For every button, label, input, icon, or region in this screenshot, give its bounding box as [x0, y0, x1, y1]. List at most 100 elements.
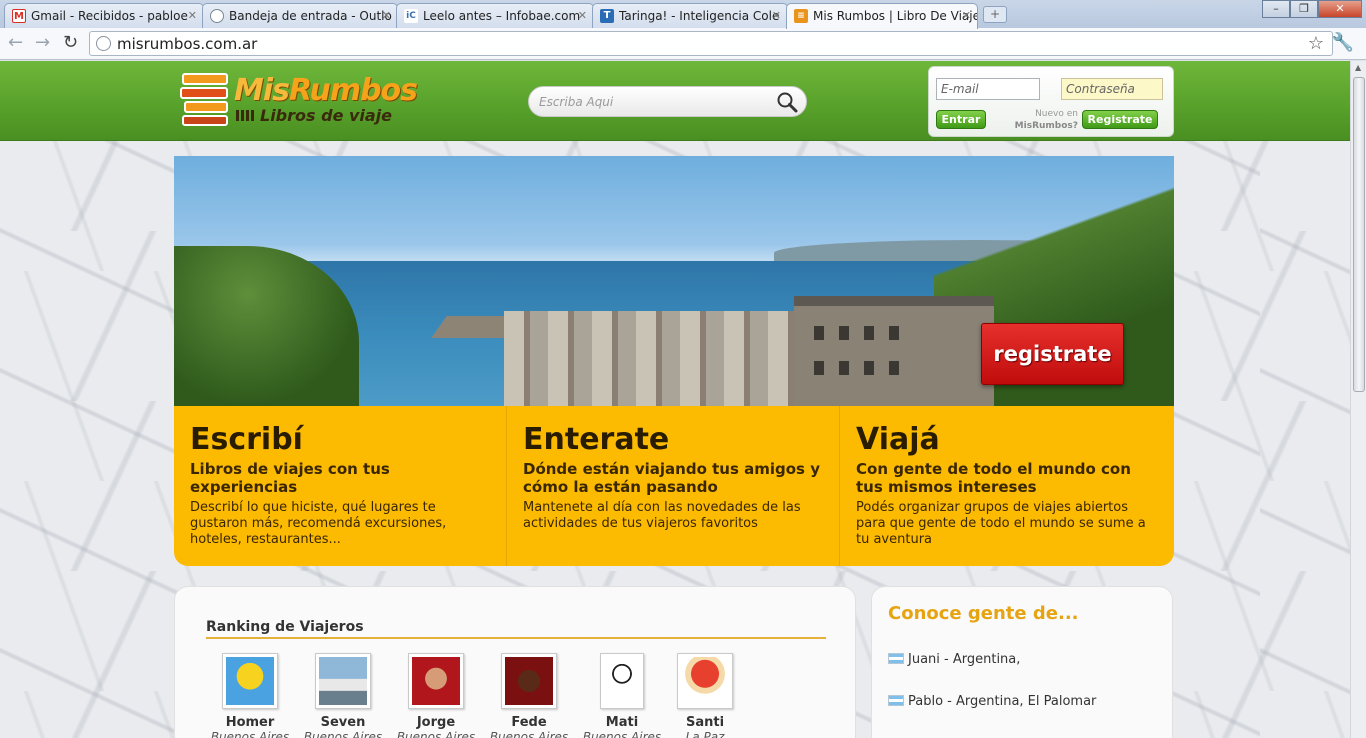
close-tab-icon[interactable]: ✕ — [578, 9, 587, 22]
site-logo[interactable]: MisRumbos Libros de viaje — [180, 71, 420, 129]
avatar[interactable] — [677, 653, 733, 709]
infobae-icon: iC — [404, 9, 418, 23]
traveler-mati[interactable]: Mati Buenos Aires — [577, 653, 667, 738]
maximize-icon[interactable]: ❐ — [1290, 0, 1318, 18]
feature-title: Viajá — [856, 422, 940, 457]
logo-rumbos: Rumbos — [289, 73, 418, 108]
browser-toolbar: ← → ↻ misrumbos.com.ar ☆ 🔧 — [0, 28, 1366, 60]
feature-subtitle: Libros de viajes con tus experiencias — [190, 460, 390, 496]
feature-viaja: Viajá Con gente de todo el mundo con tus… — [840, 406, 1173, 566]
browser-tab-bar: M Gmail - Recibidos - pabloe ✕ Bandeja d… — [0, 0, 1366, 29]
search-box — [528, 86, 807, 117]
url-text: misrumbos.com.ar — [117, 35, 258, 53]
feature-text: Describí lo que hiciste, qué lugares te … — [190, 500, 447, 547]
tab-title: Taringa! - Inteligencia Cole — [619, 9, 780, 23]
avatar[interactable] — [408, 653, 464, 709]
tab-outlook[interactable]: Bandeja de entrada - Outlo ✕ — [202, 3, 398, 28]
traveler-santi[interactable]: Santi La Paz — [660, 653, 750, 738]
logo-mis: Mis — [234, 73, 290, 108]
email-field[interactable] — [936, 78, 1040, 100]
login-box: Entrar Nuevo en MisRumbos? Registrate — [928, 66, 1174, 137]
avatar[interactable] — [501, 653, 557, 709]
minimize-icon[interactable]: – — [1262, 0, 1290, 18]
avatar[interactable] — [600, 653, 644, 709]
feature-subtitle: Dónde están viajando tus amigos y cómo l… — [523, 460, 820, 496]
conoce-title: Conoce gente de... — [888, 603, 1079, 624]
globe-icon — [210, 9, 224, 23]
new-tab-button[interactable]: + — [983, 6, 1007, 23]
traveler-name[interactable]: Seven — [298, 715, 388, 730]
person-item[interactable]: Pablo - Argentina, El Palomar — [888, 694, 1096, 709]
site-header: MisRumbos Libros de viaje Entrar Nuevo e… — [0, 61, 1350, 141]
wrench-menu-icon[interactable]: 🔧 — [1332, 32, 1354, 53]
registrate-cta-button[interactable]: registrate — [981, 323, 1124, 385]
scrollbar-thumb[interactable] — [1353, 77, 1365, 392]
conoce-gente-panel: Conoce gente de... Juani - Argentina, Pa… — [871, 586, 1173, 738]
close-tab-icon[interactable]: ✕ — [382, 9, 391, 22]
tab-title: Mis Rumbos | Libro De Viaje — [813, 9, 978, 23]
argentina-flag-icon — [888, 653, 904, 664]
argentina-flag-icon — [888, 695, 904, 706]
traveler-location: Buenos Aires — [582, 730, 662, 738]
tab-misrumbos[interactable]: ≡ Mis Rumbos | Libro De Viaje ✕ — [786, 3, 978, 29]
back-icon[interactable]: ← — [8, 33, 23, 53]
traveler-name[interactable]: Mati — [577, 715, 667, 730]
close-window-icon[interactable]: ✕ — [1318, 0, 1362, 18]
tab-title: Leelo antes – Infobae.com — [423, 9, 581, 23]
forward-icon[interactable]: → — [35, 33, 50, 53]
gmail-icon: M — [12, 9, 26, 23]
traveler-location: Buenos Aires — [489, 730, 569, 738]
traveler-seven[interactable]: Seven Buenos Aires — [298, 653, 388, 738]
page-viewport: MisRumbos Libros de viaje Entrar Nuevo e… — [0, 61, 1350, 738]
tab-title: Gmail - Recibidos - pabloe — [31, 9, 188, 23]
login-button[interactable]: Entrar — [936, 110, 986, 129]
misrumbos-icon: ≡ — [794, 9, 808, 23]
bookmark-star-icon[interactable]: ☆ — [1308, 33, 1324, 54]
register-button[interactable]: Registrate — [1082, 110, 1158, 129]
traveler-name[interactable]: Jorge — [391, 715, 481, 730]
ranking-title: Ranking de Viajeros — [206, 619, 364, 635]
close-tab-icon[interactable]: ✕ — [772, 9, 781, 22]
traveler-name[interactable]: Santi — [660, 715, 750, 730]
window-controls: – ❐ ✕ — [1262, 0, 1362, 18]
search-input[interactable] — [539, 93, 769, 111]
page-info-icon[interactable] — [96, 36, 111, 51]
feature-subtitle: Con gente de todo el mundo con tus mismo… — [856, 460, 1131, 496]
tab-taringa[interactable]: T Taringa! - Inteligencia Cole ✕ — [592, 3, 788, 28]
new-user-prompt: Nuevo en MisRumbos? — [1014, 109, 1078, 131]
password-field[interactable] — [1061, 78, 1163, 100]
feature-text: Podés organizar grupos de viajes abierto… — [856, 500, 1146, 547]
close-tab-icon[interactable]: ✕ — [188, 9, 197, 22]
feature-title: Enterate — [523, 422, 670, 457]
feature-text: Mantenete al día con las novedades de la… — [523, 500, 801, 531]
traveler-location: La Paz — [685, 730, 725, 738]
traveler-fede[interactable]: Fede Buenos Aires — [484, 653, 574, 738]
traveler-homer[interactable]: Homer Buenos Aires — [205, 653, 295, 738]
traveler-name[interactable]: Fede — [484, 715, 574, 730]
person-item[interactable]: Juani - Argentina, — [888, 652, 1020, 667]
traveler-location: Buenos Aires — [210, 730, 290, 738]
address-bar[interactable]: misrumbos.com.ar ☆ — [89, 31, 1333, 56]
reload-icon[interactable]: ↻ — [63, 33, 78, 53]
search-icon[interactable] — [776, 91, 798, 113]
tab-infobae[interactable]: iC Leelo antes – Infobae.com ✕ — [396, 3, 594, 28]
scroll-up-icon[interactable]: ▲ — [1355, 63, 1361, 72]
traveler-location: Buenos Aires — [303, 730, 383, 738]
traveler-name[interactable]: Homer — [205, 715, 295, 730]
avatar[interactable] — [222, 653, 278, 709]
feature-escribi: Escribí Libros de viajes con tus experie… — [174, 406, 507, 566]
features-band: Escribí Libros de viajes con tus experie… — [174, 406, 1174, 566]
avatar[interactable] — [315, 653, 371, 709]
traveler-location: Buenos Aires — [396, 730, 476, 738]
page-scrollbar[interactable]: ▲ — [1350, 61, 1366, 738]
taringa-icon: T — [600, 9, 614, 23]
tab-gmail[interactable]: M Gmail - Recibidos - pabloe ✕ — [4, 3, 204, 28]
tab-title: Bandeja de entrada - Outlo — [229, 9, 392, 23]
close-tab-icon[interactable]: ✕ — [962, 9, 971, 22]
books-icon — [180, 73, 230, 126]
feature-enterate: Enterate Dónde están viajando tus amigos… — [507, 406, 840, 566]
ranking-panel: Ranking de Viajeros Homer Buenos Aires S… — [174, 586, 856, 738]
traveler-jorge[interactable]: Jorge Buenos Aires — [391, 653, 481, 738]
feature-title: Escribí — [190, 422, 303, 457]
logo-tagline: Libros de viaje — [260, 106, 393, 125]
